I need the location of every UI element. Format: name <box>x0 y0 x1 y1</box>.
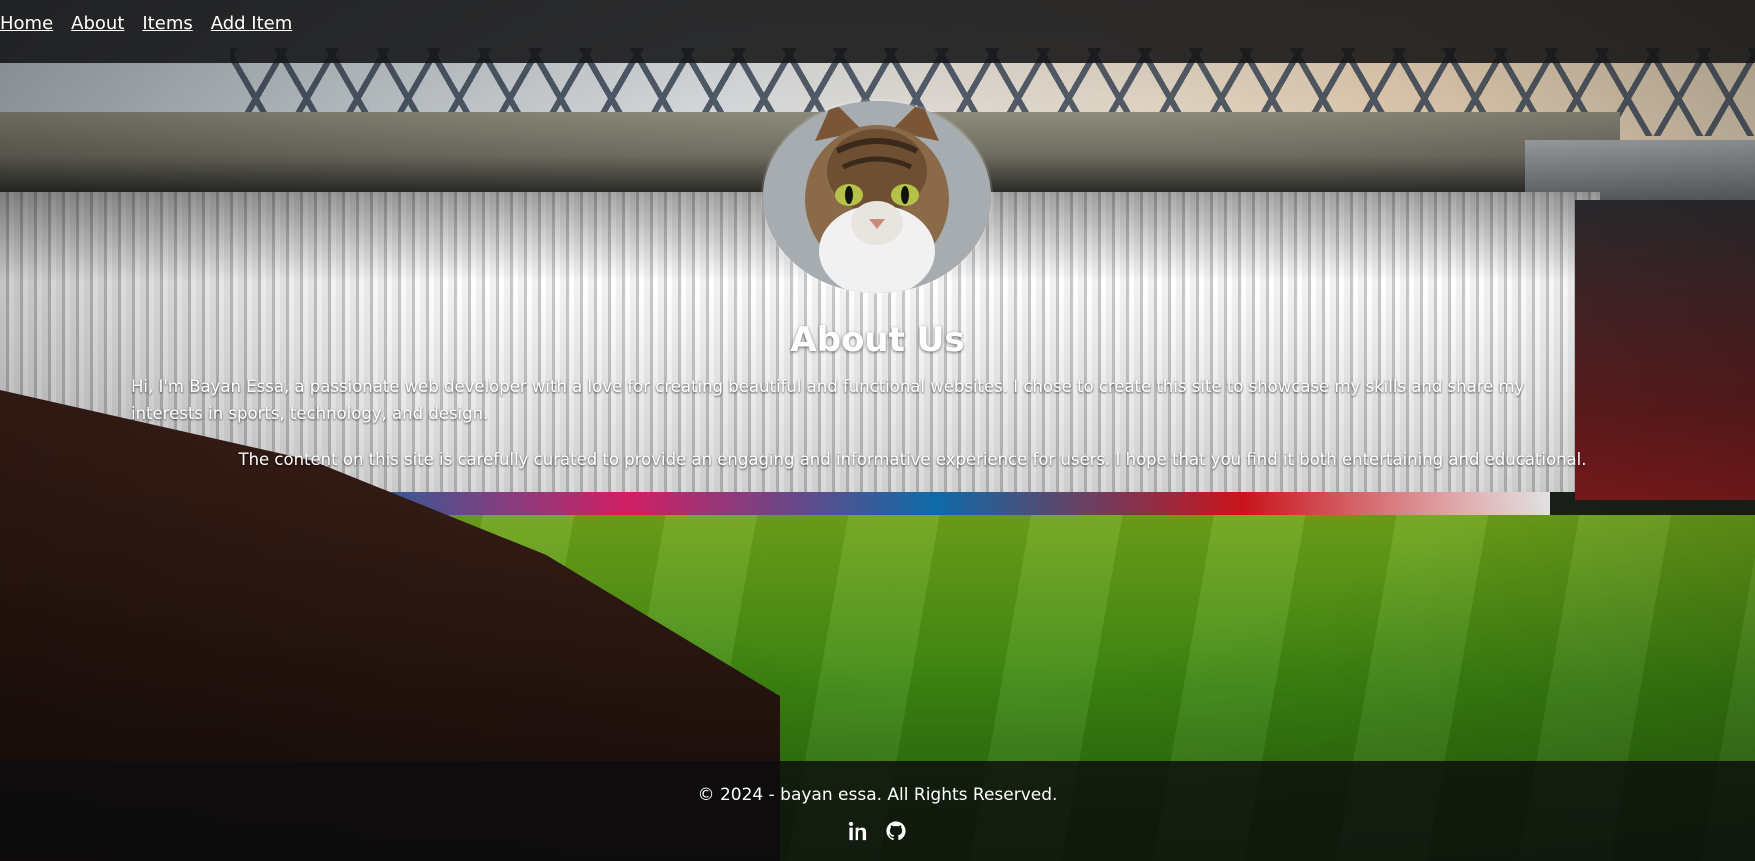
nav-link-home[interactable]: Home <box>0 12 53 36</box>
page-title: About Us <box>790 320 965 360</box>
top-navbar: Home About Items Add Item <box>0 0 1755 63</box>
linkedin-icon[interactable] <box>849 821 869 841</box>
nav-link-items[interactable]: Items <box>142 12 192 36</box>
nav-link-about[interactable]: About <box>71 12 124 36</box>
nav-link-add-item[interactable]: Add Item <box>211 12 293 36</box>
about-paragraph-intro: Hi, I'm Bayan Essa, a passionate web dev… <box>131 377 1525 423</box>
about-paragraph-content: The content on this site is carefully cu… <box>238 450 1587 469</box>
github-icon[interactable] <box>886 821 906 841</box>
social-links <box>0 821 1755 841</box>
copyright-text: © 2024 - bayan essa. All Rights Reserved… <box>697 785 1058 805</box>
profile-avatar <box>763 101 991 293</box>
cat-photo <box>763 101 991 293</box>
page-footer: © 2024 - bayan essa. All Rights Reserved… <box>0 761 1755 861</box>
